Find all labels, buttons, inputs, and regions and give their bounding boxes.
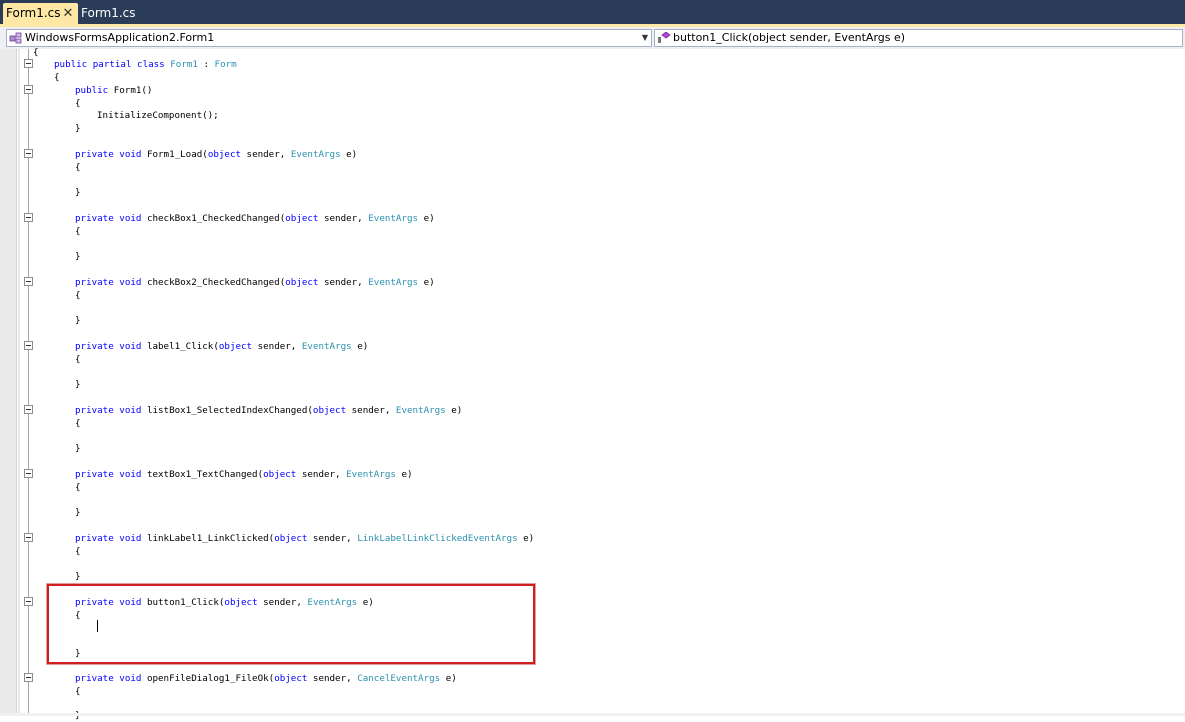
method-signature-openfiledialog1: private void openFileDialog1_FileOk(obje…: [75, 673, 457, 684]
method-signature-button1-click: private void button1_Click(object sender…: [75, 597, 374, 608]
method-signature-textbox1: private void textBox1_TextChanged(object…: [75, 469, 413, 480]
code-editor[interactable]: { public partial class Form1 : Form { pu…: [0, 47, 1185, 721]
collapse-icon[interactable]: [24, 59, 33, 68]
code-line: }: [75, 571, 81, 582]
method-signature-checkbox1: private void checkBox1_CheckedChanged(ob…: [75, 213, 435, 224]
code-line: }: [75, 123, 81, 134]
collapse-icon[interactable]: [24, 277, 33, 286]
collapse-icon[interactable]: [24, 85, 33, 94]
member-dropdown[interactable]: button1_Click(object sender, EventArgs e…: [654, 29, 1183, 47]
code-line: {: [75, 418, 81, 429]
code-line: {: [75, 546, 81, 557]
collapse-icon[interactable]: [24, 673, 33, 682]
text-caret: [97, 620, 98, 632]
member-dropdown-value: button1_Click(object sender, EventArgs e…: [673, 31, 906, 44]
class-dropdown[interactable]: WindowsFormsApplication2.Form1 ▼: [6, 29, 652, 47]
change-tracking-bar: [18, 49, 20, 716]
collapse-icon[interactable]: [24, 469, 33, 478]
method-icon: [658, 32, 671, 43]
method-signature-checkbox2: private void checkBox2_CheckedChanged(ob…: [75, 277, 435, 288]
collapse-icon[interactable]: [24, 341, 33, 350]
method-signature-form1-load: private void Form1_Load(object sender, E…: [75, 149, 358, 160]
tab-label: Form1.cs: [6, 6, 61, 20]
method-signature-linklabel1: private void linkLabel1_LinkClicked(obje…: [75, 533, 535, 544]
code-line: {: [75, 162, 81, 173]
document-tab-strip: Form1.cs ✕ Form1.cs [Design]: [0, 0, 1185, 41]
code-line: {: [54, 72, 60, 83]
code-line: {: [75, 686, 81, 697]
tab-form1-cs-design[interactable]: Form1.cs [Design]: [81, 3, 181, 41]
code-line: }: [75, 443, 81, 454]
method-signature-label1: private void label1_Click(object sender,…: [75, 341, 369, 352]
code-line: }: [75, 379, 81, 390]
code-line: {: [75, 354, 81, 365]
class-declaration: public partial class Form1 : Form: [54, 59, 237, 70]
code-line: {: [75, 610, 81, 621]
collapse-icon[interactable]: [24, 597, 33, 606]
close-icon[interactable]: ✕: [61, 3, 75, 24]
code-line: }: [75, 187, 81, 198]
code-line: {: [75, 482, 81, 493]
code-line: }: [75, 251, 81, 262]
code-line: InitializeComponent();: [97, 110, 219, 121]
collapse-icon[interactable]: [24, 149, 33, 158]
code-line: }: [75, 648, 81, 659]
tab-form1-cs[interactable]: Form1.cs ✕: [3, 3, 78, 24]
chevron-down-icon[interactable]: ▼: [642, 30, 648, 46]
navigation-bar: WindowsFormsApplication2.Form1 ▼ button1…: [0, 27, 1185, 50]
indicator-margin: [0, 49, 17, 716]
method-signature-listbox1: private void listBox1_SelectedIndexChang…: [75, 405, 463, 416]
class-icon: [9, 32, 22, 44]
code-line: {: [33, 47, 39, 58]
collapse-icon[interactable]: [24, 405, 33, 414]
code-line: }: [75, 315, 81, 326]
collapse-icon[interactable]: [24, 533, 33, 542]
code-line: }: [75, 507, 81, 518]
collapse-icon[interactable]: [24, 213, 33, 222]
code-line: {: [75, 98, 81, 109]
constructor-declaration: public Form1(): [75, 85, 153, 96]
class-dropdown-value: WindowsFormsApplication2.Form1: [25, 31, 215, 44]
code-line: {: [75, 226, 81, 237]
code-line: {: [75, 290, 81, 301]
